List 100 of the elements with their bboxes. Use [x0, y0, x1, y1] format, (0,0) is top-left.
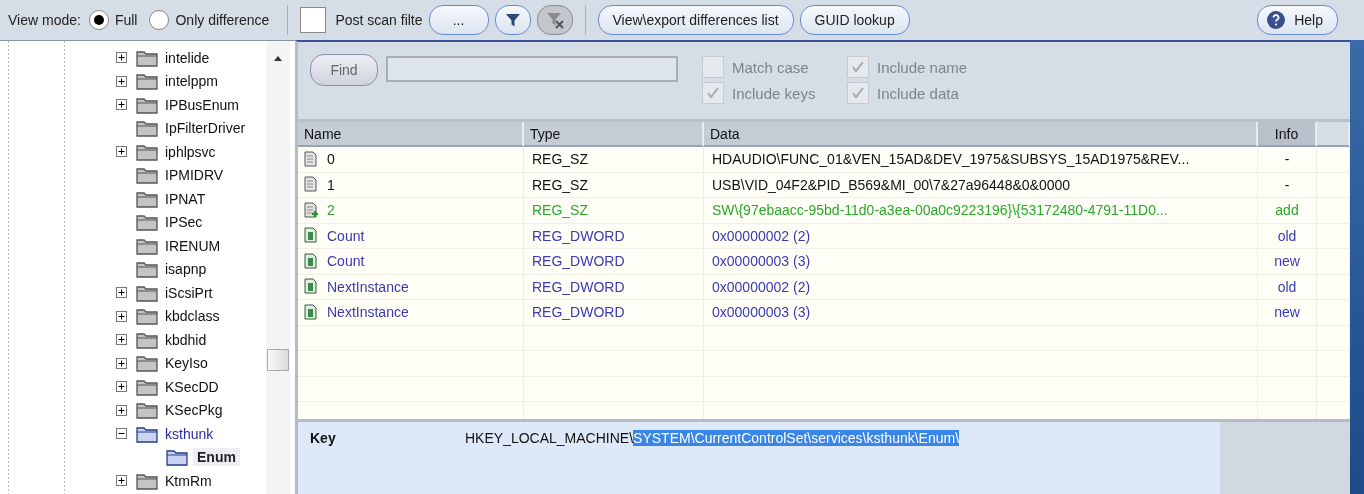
info-cell: add: [1258, 198, 1317, 223]
info-cell: -: [1258, 147, 1317, 172]
folder-icon: [136, 236, 158, 255]
view-mode-label: View mode:: [8, 12, 81, 28]
tree-item[interactable]: KSecDD: [163, 378, 221, 395]
tree-item[interactable]: IPBusEnum: [163, 96, 241, 113]
tree-item[interactable]: ksthunk: [163, 425, 216, 442]
expander-icon[interactable]: [116, 287, 127, 299]
data-cell: 0x00000003 (3): [704, 249, 1258, 274]
checkmark-icon: [705, 85, 721, 101]
path-text: HKEY_LOCAL_MACHINE\: [465, 430, 634, 446]
tree-item[interactable]: IRENUM: [163, 237, 223, 254]
type-cell: REG_DWORD: [524, 300, 704, 325]
expander-icon[interactable]: [116, 99, 127, 111]
expander-icon[interactable]: [116, 52, 127, 64]
filter-button[interactable]: [494, 5, 531, 35]
folder-icon: [136, 354, 158, 373]
expander-icon[interactable]: [116, 404, 127, 416]
column-header[interactable]: Info: [1258, 122, 1317, 147]
expander-icon[interactable]: [116, 381, 127, 393]
data-cell: HDAUDIO\FUNC_01&VEN_15AD&DEV_1975&SUBSYS_15AD1975&REV...: [704, 147, 1258, 172]
info-cell: new: [1258, 249, 1317, 274]
value-name: 0: [327, 151, 335, 168]
column-header[interactable]: Data: [704, 122, 1258, 147]
tree-item[interactable]: KtmRm: [163, 472, 214, 489]
info-cell: new: [1258, 300, 1317, 325]
expander-icon[interactable]: [116, 357, 127, 369]
tree-item[interactable]: IPSec: [163, 214, 205, 231]
selected-path-text: SYSTEM\CurrentControlSet\services\ksthunk\Enum\: [633, 430, 960, 446]
guid-lookup-button[interactable]: GUID lookup: [799, 5, 910, 35]
expander-icon[interactable]: [116, 146, 127, 158]
value-name: NextInstance: [327, 304, 409, 321]
tree-item[interactable]: IPMIDRV: [163, 167, 226, 184]
folder-icon: [136, 377, 158, 396]
scrollbar-thumb[interactable]: [267, 349, 289, 371]
value-name: Count: [327, 253, 365, 270]
tree-item[interactable]: Enum: [193, 448, 240, 467]
column-header[interactable]: Name: [298, 122, 524, 147]
value-name: 2: [327, 202, 335, 219]
data-cell: 0x00000002 (2): [704, 223, 1258, 248]
scrollbar[interactable]: [266, 41, 290, 494]
tree-item[interactable]: KeyIso: [163, 355, 210, 372]
tree-item[interactable]: intelide: [163, 49, 212, 66]
column-header[interactable]: Type: [524, 122, 704, 147]
browse-button[interactable]: ...: [428, 5, 489, 35]
folder-icon: [136, 283, 158, 302]
folder-icon: [136, 189, 158, 208]
folder-icon: [136, 471, 158, 490]
info-cell: old: [1258, 274, 1317, 299]
value-name: NextInstance: [327, 278, 409, 295]
data-cell: 0x00000002 (2): [704, 274, 1258, 299]
folder-icon: [136, 95, 158, 114]
expander-icon[interactable]: [116, 310, 127, 322]
post-scan-filter-checkbox[interactable]: Post scan filte: [300, 7, 423, 33]
data-cell: SW\{97ebaacc-95bd-11d0-a3ea-00a0c9223196}\{53172480-4791-11D0...: [704, 198, 1258, 223]
data-cell: 0x00000003 (3): [704, 300, 1258, 325]
search-field[interactable]: [386, 56, 678, 82]
folder-icon: [136, 401, 158, 420]
expander-icon[interactable]: [116, 428, 127, 440]
expander-icon[interactable]: [116, 475, 127, 487]
key-label: Key: [310, 430, 337, 446]
view-mode-radio[interactable]: Only difference: [149, 10, 270, 30]
type-cell: REG_SZ: [524, 172, 704, 197]
folder-icon: [136, 72, 158, 91]
folder-icon: [136, 213, 158, 232]
funnel-cross-icon: [544, 10, 565, 30]
tree-item[interactable]: iphlpsvc: [163, 143, 218, 160]
tree-item[interactable]: intelppm: [163, 73, 220, 90]
help-button[interactable]: Help: [1257, 5, 1338, 35]
funnel-icon: [503, 11, 522, 29]
info-cell: -: [1258, 172, 1317, 197]
info-cell: old: [1258, 223, 1317, 248]
up-arrow-icon: [273, 55, 283, 61]
folder-icon: [136, 48, 158, 67]
type-cell: REG_DWORD: [524, 223, 704, 248]
checkmark-icon: [850, 85, 866, 101]
type-cell: REG_DWORD: [524, 249, 704, 274]
tree-item[interactable]: IpFilterDriver: [163, 120, 248, 137]
type-cell: REG_DWORD: [524, 274, 704, 299]
folder-icon: [136, 260, 158, 279]
help-icon: [1266, 10, 1287, 30]
tree-item[interactable]: kbdhid: [163, 331, 209, 348]
export-differences-button[interactable]: View\export differences list: [597, 5, 794, 35]
folder-icon: [136, 424, 158, 443]
tree-item[interactable]: KSecPkg: [163, 402, 225, 419]
find-button[interactable]: Find: [310, 54, 378, 86]
tree-item[interactable]: IPNAT: [163, 190, 208, 207]
type-cell: REG_SZ: [524, 147, 704, 172]
folder-icon: [136, 307, 158, 326]
folder-icon: [136, 330, 158, 349]
tree-item[interactable]: isapnp: [163, 261, 209, 278]
value-name: Count: [327, 227, 365, 244]
data-cell: USB\VID_04F2&PID_B569&MI_00\7&27a96448&0&0000: [704, 172, 1258, 197]
expander-icon[interactable]: [116, 75, 127, 87]
expander-icon[interactable]: [116, 334, 127, 346]
tree-item[interactable]: kbdclass: [163, 308, 222, 325]
tree-item[interactable]: iScsiPrt: [163, 284, 215, 301]
view-mode-radio[interactable]: Full: [88, 10, 138, 30]
type-cell: REG_SZ: [524, 198, 704, 223]
folder-icon: [136, 142, 158, 161]
